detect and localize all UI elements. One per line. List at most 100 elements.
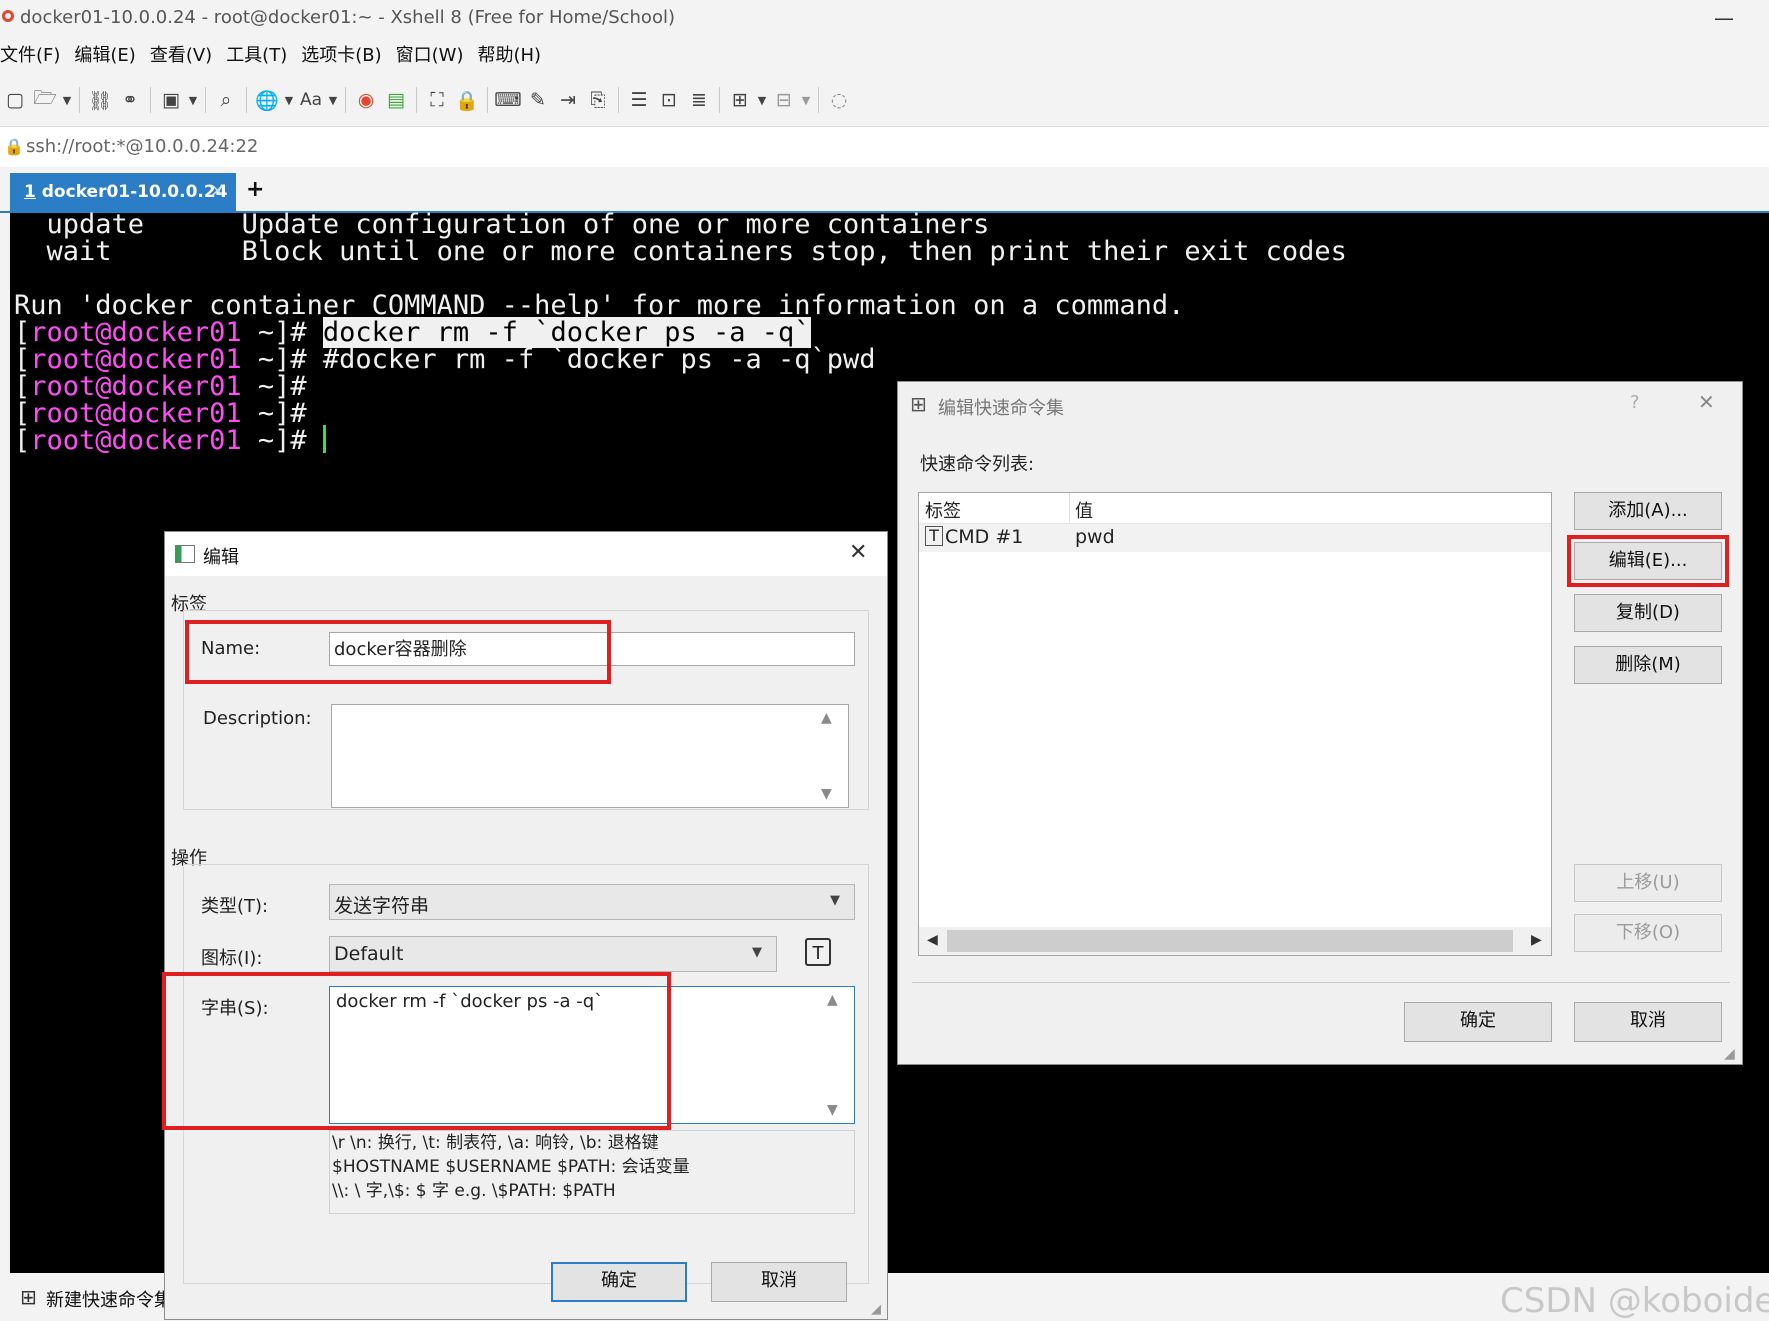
chevron-down-icon[interactable]: ▼ <box>186 94 200 107</box>
watermark: CSDN @koboides <box>1500 1281 1769 1321</box>
lock-icon[interactable]: 🔒 <box>452 85 482 115</box>
menu-edit[interactable]: 编辑(E) <box>74 40 149 72</box>
row-value: pwd <box>1075 526 1115 548</box>
record-icon[interactable]: ⊡ <box>654 85 684 115</box>
menu-view[interactable]: 查看(V) <box>150 40 226 72</box>
chevron-down-icon[interactable]: ▼ <box>326 94 340 107</box>
add-tab-icon[interactable]: ⊞ <box>725 85 755 115</box>
chevron-down-icon[interactable]: ▼ <box>827 1102 838 1118</box>
menu-tabs[interactable]: 选项卡(B) <box>301 40 395 72</box>
chevron-down-icon[interactable]: ▼ <box>60 94 74 107</box>
xftp-icon[interactable]: ▤ <box>381 85 411 115</box>
globe-icon[interactable]: 🌐 <box>252 85 282 115</box>
resize-grip-icon[interactable]: ◢ <box>1724 1046 1735 1062</box>
column-label[interactable]: 标签 <box>925 497 961 523</box>
terminal-cursor <box>322 425 326 453</box>
column-value[interactable]: 值 <box>1075 497 1093 523</box>
menu-file[interactable]: 文件(F) <box>0 40 74 72</box>
layout-icon[interactable]: ⊟ <box>769 85 799 115</box>
icon-select[interactable]: Default ▼ <box>329 936 777 972</box>
dialog-title: 编辑 <box>203 547 239 568</box>
tab-label: 1 docker01-10.0.0.24 <box>24 182 228 202</box>
disconnect-icon[interactable]: ⛓ <box>85 85 115 115</box>
move-down-button[interactable]: 下移(O) <box>1574 914 1722 952</box>
chat-icon[interactable]: ◌ <box>824 85 854 115</box>
ok-button[interactable]: 确定 <box>551 1262 687 1302</box>
dialog-app-icon <box>175 545 195 563</box>
open-folder-icon[interactable]: 🗁 <box>30 85 60 115</box>
text-command-icon: T <box>925 526 943 546</box>
text-command-icon[interactable]: T <box>805 938 831 966</box>
toolbar-divider <box>345 87 346 113</box>
resize-grip-icon[interactable]: ◢ <box>871 1302 881 1317</box>
chevron-up-icon[interactable]: ▲ <box>821 710 832 726</box>
row-label: CMD #1 <box>945 526 1024 548</box>
dialog-title: 编辑快速命令集 <box>938 398 1064 419</box>
transfer-icon[interactable]: ⇥ <box>553 85 583 115</box>
search-icon[interactable]: ⌕ <box>211 85 241 115</box>
new-window-icon[interactable]: ▣ <box>156 85 186 115</box>
chevron-right-icon[interactable]: ▶ <box>1531 932 1542 948</box>
notes-icon[interactable]: ≣ <box>684 85 714 115</box>
horizontal-scrollbar[interactable]: ◀ ▶ <box>919 927 1551 955</box>
keyboard-icon[interactable]: ⌨ <box>493 85 523 115</box>
highlight-box <box>162 972 671 1130</box>
title-bar: docker01-10.0.0.24 - root@docker01:~ - X… <box>0 0 1769 36</box>
session-url[interactable]: ssh://root:*@10.0.0.24:22 <box>26 136 258 157</box>
column-divider <box>1069 493 1070 523</box>
quick-commands-label[interactable]: 新建快速命令集 <box>46 1286 172 1312</box>
ok-button[interactable]: 确定 <box>1404 1002 1552 1042</box>
description-textarea[interactable] <box>331 704 849 808</box>
toolbar: ▢ 🗁 ▼ ⛓ ⚭ ▣ ▼ ⌕ 🌐 ▼ Aa ▼ ◉ ▤ ⛶ 🔒 ⌨ ✎ ⇥ ⎘… <box>0 82 1769 118</box>
menu-help[interactable]: 帮助(H) <box>477 40 555 72</box>
type-select[interactable]: 发送字符串 ▼ <box>329 884 855 920</box>
toolbar-divider <box>719 87 720 113</box>
list-header: 标签 值 <box>919 493 1551 524</box>
menu-window[interactable]: 窗口(W) <box>396 40 478 72</box>
cancel-button[interactable]: 取消 <box>1574 1002 1722 1042</box>
xshell-icon[interactable]: ◉ <box>351 85 381 115</box>
fullscreen-icon[interactable]: ⛶ <box>422 85 452 115</box>
close-icon[interactable]: ✕ <box>1698 390 1715 414</box>
close-icon[interactable]: × <box>210 180 225 201</box>
font-button[interactable]: Aa <box>296 85 326 115</box>
chevron-up-icon[interactable]: ▲ <box>827 992 838 1008</box>
scrollbar-thumb[interactable] <box>947 930 1513 952</box>
move-up-button[interactable]: 上移(U) <box>1574 864 1722 902</box>
tab-docker01[interactable]: 1 docker01-10.0.0.24 × <box>10 173 236 213</box>
script-icon[interactable]: ⎘ <box>583 85 613 115</box>
chevron-down-icon[interactable]: ▼ <box>755 94 769 107</box>
toolbar-divider <box>487 87 488 113</box>
chevron-down-icon[interactable]: ▼ <box>799 94 813 107</box>
compose-icon[interactable]: ✎ <box>523 85 553 115</box>
link-icon[interactable]: ⚭ <box>115 85 145 115</box>
cancel-button[interactable]: 取消 <box>711 1262 847 1302</box>
xshell-logo-icon <box>2 10 14 22</box>
add-tab-button[interactable]: + <box>246 177 264 202</box>
new-session-icon[interactable]: ▢ <box>0 85 30 115</box>
list-item[interactable]: T CMD #1 pwd <box>919 524 1551 552</box>
toolbar-divider <box>79 87 80 113</box>
hint-line: \r \n: 换行, \t: 制表符, \a: 响铃, \b: 退格键 <box>332 1133 659 1153</box>
log-icon[interactable]: ☰ <box>624 85 654 115</box>
highlight-box <box>185 620 611 684</box>
quick-command-icon[interactable]: ⊞ <box>20 1285 37 1309</box>
toolbar-divider <box>618 87 619 113</box>
add-button[interactable]: 添加(A)... <box>1574 492 1722 530</box>
minimize-icon[interactable]: — <box>1712 6 1736 30</box>
chevron-down-icon[interactable]: ▼ <box>282 94 296 107</box>
chevron-left-icon[interactable]: ◀ <box>927 932 938 948</box>
address-bar: 🔒 ssh://root:*@10.0.0.24:22 <box>0 126 1769 168</box>
close-icon[interactable]: ✕ <box>849 540 867 565</box>
chevron-down-icon: ▼ <box>830 893 840 908</box>
help-icon[interactable]: ? <box>1630 392 1640 413</box>
menu-bar: 文件(F) 编辑(E) 查看(V) 工具(T) 选项卡(B) 窗口(W) 帮助(… <box>0 40 555 72</box>
copy-button[interactable]: 复制(D) <box>1574 594 1722 632</box>
quick-command-list[interactable]: 标签 值 T CMD #1 pwd ◀ ▶ <box>918 492 1552 956</box>
type-value: 发送字符串 <box>334 895 430 917</box>
description-label: Description: <box>203 708 312 729</box>
chevron-down-icon[interactable]: ▼ <box>821 786 832 802</box>
delete-button[interactable]: 删除(M) <box>1574 646 1722 684</box>
menu-tools[interactable]: 工具(T) <box>226 40 301 72</box>
type-label: 类型(T): <box>201 896 269 917</box>
